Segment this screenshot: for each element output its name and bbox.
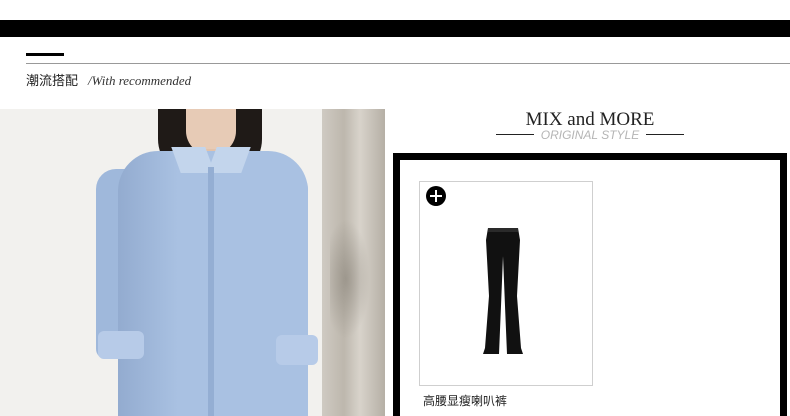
- accent-dash: [26, 53, 64, 56]
- feature-subtitle: ORIGINAL STYLE: [540, 128, 640, 142]
- header-divider: [26, 63, 790, 64]
- section-title-en: /With recommended: [88, 73, 192, 88]
- subtitle-rule-left: [496, 134, 534, 135]
- section-heading: 潮流搭配/With recommended: [26, 71, 191, 91]
- product-name[interactable]: 高腰显瘦喇叭裤: [423, 393, 507, 409]
- top-black-bar: [0, 20, 790, 37]
- subtitle-rule-right: [646, 134, 684, 135]
- plus-circle-icon[interactable]: [426, 186, 446, 206]
- right-cuff: [276, 335, 318, 365]
- model-photo: [0, 109, 385, 416]
- section-title-cn: 潮流搭配: [26, 74, 79, 89]
- flared-pants-image[interactable]: [483, 226, 523, 356]
- left-cuff: [98, 331, 144, 359]
